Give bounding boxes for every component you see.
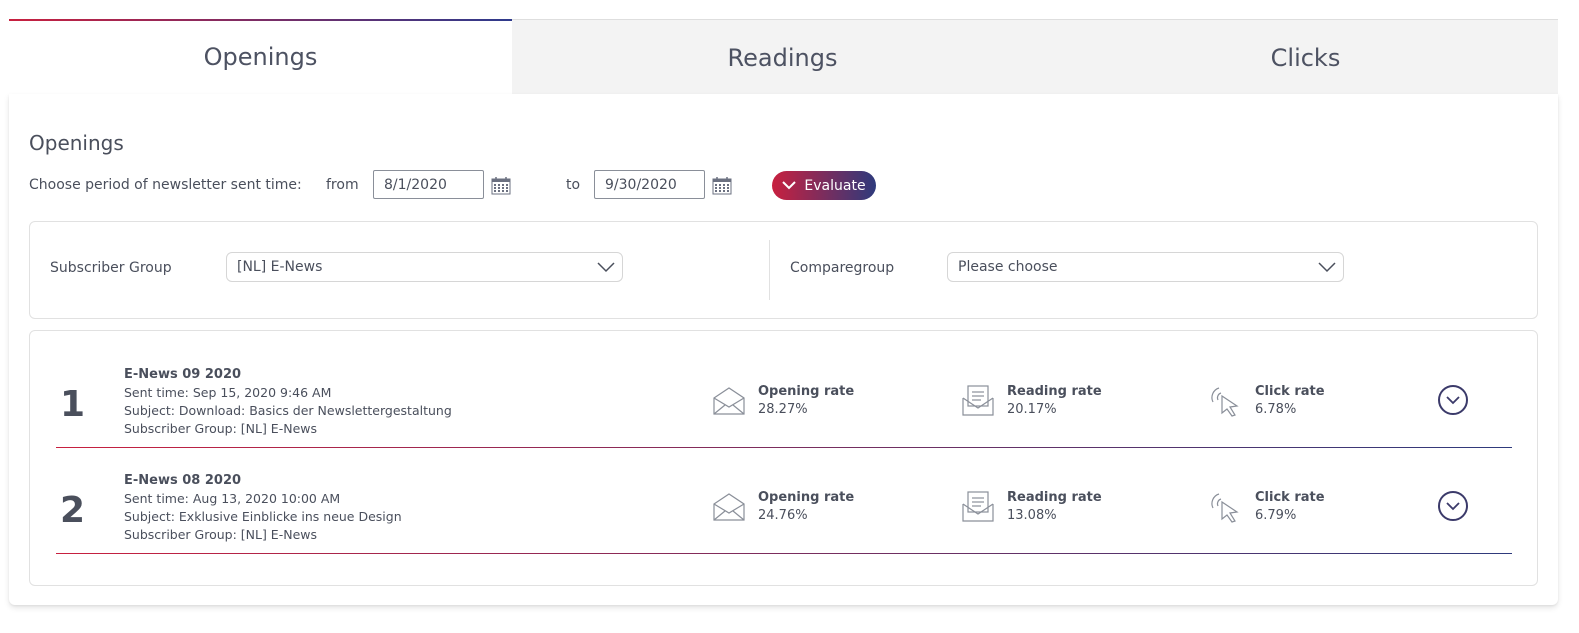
subscriber-group-select[interactable]: [NL] E-News bbox=[226, 252, 623, 282]
subscriber-group: Subscriber Group: [NL] E-News bbox=[124, 527, 317, 542]
expand-button[interactable] bbox=[1438, 385, 1468, 415]
filter-divider bbox=[769, 240, 770, 300]
from-label: from bbox=[326, 177, 359, 193]
sent-time: Sent time: Aug 13, 2020 10:00 AM bbox=[124, 491, 341, 506]
rank-number: 2 bbox=[60, 490, 86, 531]
tab-openings[interactable]: Openings bbox=[9, 19, 512, 94]
evaluate-button[interactable]: Evaluate bbox=[772, 171, 876, 200]
document-envelope-icon bbox=[962, 491, 994, 522]
list-item: 2 E-News 08 2020 Sent time: Aug 13, 2020… bbox=[30, 437, 1537, 554]
newsletter-info: E-News 08 2020 Sent time: Aug 13, 2020 1… bbox=[124, 472, 402, 544]
rank-number: 1 bbox=[60, 384, 86, 425]
opening-rate-label: Opening rate bbox=[758, 384, 855, 399]
tab-bar: Openings Readings Clicks bbox=[9, 19, 1558, 95]
tab-readings-label: Readings bbox=[727, 43, 838, 72]
click-rate-label: Click rate bbox=[1255, 490, 1325, 505]
calendar-icon[interactable] bbox=[712, 177, 732, 195]
comparegroup-value: Please choose bbox=[958, 259, 1058, 275]
opening-rate-label: Opening rate bbox=[758, 490, 855, 505]
envelope-icon bbox=[713, 387, 745, 415]
opening-rate-value: 28.27% bbox=[758, 402, 808, 417]
subscriber-group-value: [NL] E-News bbox=[237, 259, 323, 275]
reading-rate-value: 20.17% bbox=[1007, 402, 1057, 417]
newsletter-title: E-News 08 2020 bbox=[124, 473, 242, 488]
subject: Subject: Exklusive Einblicke ins neue De… bbox=[124, 509, 402, 524]
click-rate-label: Click rate bbox=[1255, 384, 1325, 399]
cursor-click-icon bbox=[1211, 493, 1239, 523]
row-divider bbox=[56, 553, 1512, 554]
subscriber-group-label: Subscriber Group bbox=[50, 260, 172, 276]
chevron-down-icon bbox=[1446, 395, 1460, 404]
chevron-down-icon bbox=[1446, 501, 1460, 510]
opening-rate-value: 24.76% bbox=[758, 508, 808, 523]
tab-clicks[interactable]: Clicks bbox=[1053, 19, 1558, 95]
period-row: Choose period of newsletter sent time: f… bbox=[29, 170, 929, 200]
period-label: Choose period of newsletter sent time: bbox=[29, 177, 302, 193]
newsletter-title: E-News 09 2020 bbox=[124, 367, 242, 382]
reading-rate-value: 13.08% bbox=[1007, 508, 1057, 523]
subject: Subject: Download: Basics der Newsletter… bbox=[124, 403, 452, 418]
document-envelope-icon bbox=[962, 385, 994, 416]
comparegroup-label: Comparegroup bbox=[790, 260, 895, 276]
to-date-input[interactable] bbox=[594, 170, 705, 199]
evaluate-label: Evaluate bbox=[804, 177, 866, 194]
filter-box: Subscriber Group [NL] E-News Comparegrou… bbox=[29, 221, 1538, 319]
chevron-down-icon bbox=[782, 181, 797, 190]
calendar-icon[interactable] bbox=[491, 177, 511, 195]
openings-panel: Openings Choose period of newsletter sen… bbox=[9, 94, 1558, 605]
envelope-icon bbox=[713, 493, 745, 521]
newsletter-list: 1 E-News 09 2020 Sent time: Sep 15, 2020… bbox=[29, 330, 1538, 586]
reading-rate-label: Reading rate bbox=[1007, 490, 1102, 505]
panel-title: Openings bbox=[29, 131, 124, 155]
tab-openings-label: Openings bbox=[203, 42, 318, 71]
tab-clicks-label: Clicks bbox=[1270, 43, 1341, 72]
to-label: to bbox=[566, 177, 581, 193]
subscriber-group: Subscriber Group: [NL] E-News bbox=[124, 421, 317, 436]
comparegroup-select[interactable]: Please choose bbox=[947, 252, 1344, 282]
expand-button[interactable] bbox=[1438, 491, 1468, 521]
tab-readings[interactable]: Readings bbox=[512, 19, 1053, 95]
reading-rate-label: Reading rate bbox=[1007, 384, 1102, 399]
cursor-click-icon bbox=[1211, 387, 1239, 417]
click-rate-value: 6.78% bbox=[1255, 402, 1297, 417]
from-date-input[interactable] bbox=[373, 170, 484, 199]
click-rate-value: 6.79% bbox=[1255, 508, 1297, 523]
list-item: 1 E-News 09 2020 Sent time: Sep 15, 2020… bbox=[30, 331, 1537, 448]
newsletter-info: E-News 09 2020 Sent time: Sep 15, 2020 9… bbox=[124, 366, 452, 438]
sent-time: Sent time: Sep 15, 2020 9:46 AM bbox=[124, 385, 332, 400]
chevron-down-icon bbox=[1318, 262, 1336, 273]
chevron-down-icon bbox=[597, 262, 615, 273]
